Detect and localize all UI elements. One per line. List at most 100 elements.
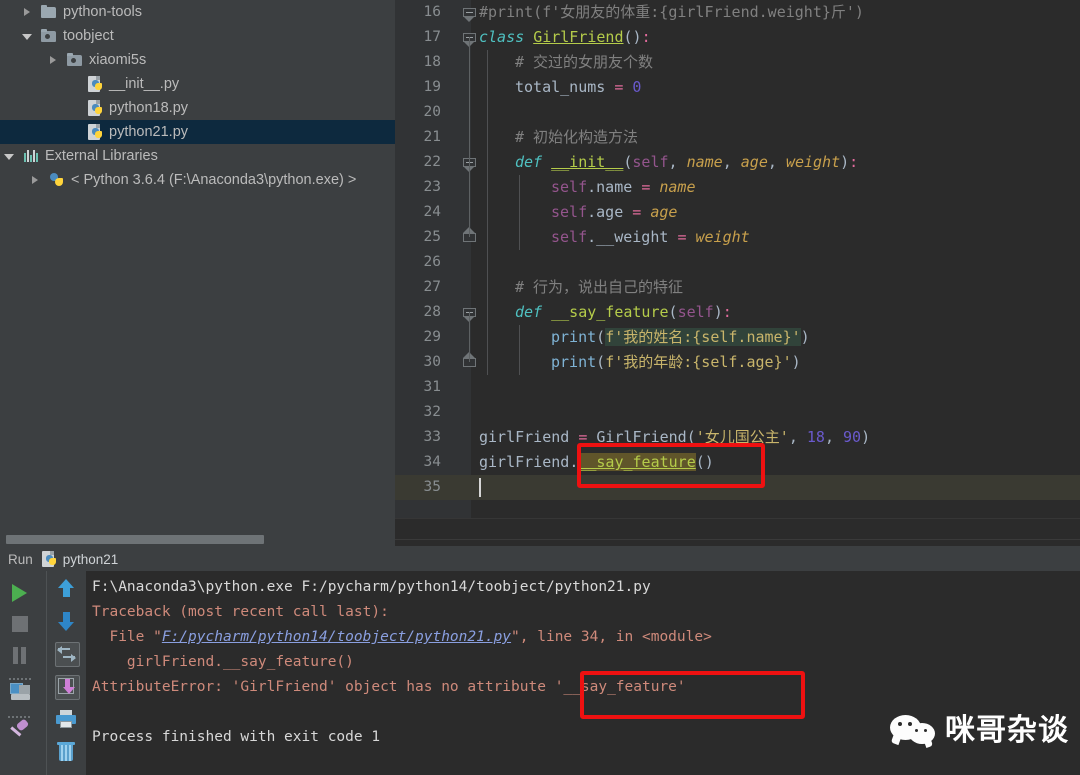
console-line-file: File "F:/pycharm/python14/toobject/pytho… bbox=[92, 625, 712, 650]
chevron-right-icon[interactable] bbox=[48, 55, 59, 66]
code-token-string: f'我的姓名:{self.name}' bbox=[605, 328, 801, 346]
code-token-self: self bbox=[632, 153, 669, 171]
editor-divider bbox=[395, 539, 1080, 540]
annotation-box-console bbox=[580, 671, 805, 719]
console-line-traceback: Traceback (most recent call last): bbox=[92, 600, 389, 625]
tree-item-python-tools[interactable]: python-tools bbox=[0, 0, 395, 24]
text-caret bbox=[479, 478, 481, 497]
project-tree-horizontal-scrollbar[interactable] bbox=[0, 533, 395, 546]
code-token-var: total_nums bbox=[515, 78, 606, 96]
code-token-param: name bbox=[659, 178, 696, 196]
code-line-29: print(f'我的姓名:{self.name}') bbox=[551, 325, 810, 350]
code-token-keyword: def bbox=[515, 303, 543, 321]
code-token-comment: # 初始化构造方法 bbox=[515, 128, 639, 146]
code-token-punct: ( bbox=[596, 353, 606, 371]
run-configuration-tab[interactable]: python21 bbox=[63, 552, 119, 567]
line-number: 24 bbox=[423, 204, 441, 220]
tree-item-xiaomi5s[interactable]: xiaomi5s bbox=[0, 48, 395, 72]
console-file-prefix: File " bbox=[92, 629, 162, 645]
project-tree-panel[interactable]: python-tools toobject xiaomi5s __init__.py p… bbox=[0, 0, 395, 533]
run-toolbar-left[interactable] bbox=[0, 571, 46, 775]
code-line-22: def __init__(self, name, age, weight): bbox=[515, 150, 858, 175]
code-token-punct: ) bbox=[840, 153, 850, 171]
python-file-icon bbox=[87, 124, 104, 140]
python-file-icon bbox=[87, 76, 104, 92]
editor-gutter[interactable]: 16 17 18 19 20 21 22 23 24 25 26 27 28 29 30 31 32 33 34 35 bbox=[395, 0, 476, 518]
tree-item-init-py[interactable]: __init__.py bbox=[0, 72, 395, 96]
code-token-class-name: GirlFriend bbox=[533, 28, 624, 46]
python-interpreter-icon bbox=[49, 172, 66, 188]
down-stacktrace-button[interactable] bbox=[54, 609, 80, 635]
code-token-function-name: __init__ bbox=[551, 153, 624, 171]
line-number: 25 bbox=[423, 229, 441, 245]
tree-item-label: xiaomi5s bbox=[89, 52, 147, 68]
chevron-down-icon[interactable] bbox=[4, 151, 15, 162]
pin-tab-button[interactable] bbox=[8, 716, 34, 745]
code-token-operator: = bbox=[677, 228, 687, 246]
code-token-number: 18 bbox=[806, 428, 825, 446]
code-token-punct: ) bbox=[800, 328, 810, 346]
soft-wrap-button[interactable] bbox=[54, 641, 80, 667]
chevron-right-icon[interactable] bbox=[22, 7, 33, 18]
code-token-attr: .age bbox=[587, 203, 624, 221]
scrollbar-thumb[interactable] bbox=[6, 535, 264, 544]
fold-connector bbox=[469, 312, 470, 362]
code-line-24: self.age = age bbox=[551, 200, 677, 225]
code-token-string: f'我的年龄:{self.age}' bbox=[605, 353, 792, 371]
fold-connector bbox=[469, 37, 470, 237]
line-number: 17 bbox=[423, 29, 441, 45]
wechat-watermark: 咪哥杂谈 bbox=[890, 705, 1069, 749]
code-token-colon: : bbox=[641, 28, 651, 46]
tree-item-label: python21.py bbox=[109, 124, 189, 140]
up-stacktrace-button[interactable] bbox=[54, 577, 80, 603]
console-button[interactable] bbox=[8, 678, 34, 705]
tree-item-python21-py[interactable]: python21.py bbox=[0, 120, 395, 144]
line-number: 28 bbox=[423, 304, 441, 320]
code-token-param: age bbox=[650, 203, 678, 221]
watermark-text: 咪哥杂谈 bbox=[945, 713, 1069, 748]
code-token-punct: ) bbox=[713, 303, 723, 321]
line-number: 33 bbox=[423, 429, 441, 445]
code-token-self: self bbox=[677, 303, 714, 321]
print-button[interactable] bbox=[54, 707, 80, 733]
console-file-link[interactable]: F:/pycharm/python14/toobject/python21.py bbox=[162, 629, 511, 645]
indent-guide bbox=[519, 175, 520, 250]
code-token-punct: , bbox=[668, 153, 687, 171]
line-number: 23 bbox=[423, 179, 441, 195]
code-line-19: total_nums = 0 bbox=[515, 75, 641, 100]
tree-item-python18-py[interactable]: python18.py bbox=[0, 96, 395, 120]
line-number: 27 bbox=[423, 279, 441, 295]
code-line-27: # 行为，说出自己的特征 bbox=[515, 275, 683, 300]
code-text-area[interactable]: #print(f'女朋友的体重:{girlFriend.weight}斤') cl… bbox=[471, 0, 1080, 518]
annotation-box-editor bbox=[577, 443, 765, 488]
clear-all-button[interactable] bbox=[54, 739, 80, 765]
code-editor[interactable]: 16 17 18 19 20 21 22 23 24 25 26 27 28 29 30 31 32 33 34 35… bbox=[395, 0, 1080, 518]
code-token-var: girlFriend bbox=[479, 453, 570, 471]
pause-button[interactable] bbox=[8, 643, 34, 669]
chevron-down-icon[interactable] bbox=[22, 31, 33, 42]
line-number: 21 bbox=[423, 129, 441, 145]
console-file-suffix: ", line 34, in <module> bbox=[511, 629, 712, 645]
code-line-30: print(f'我的年龄:{self.age}') bbox=[551, 350, 801, 375]
external-libraries-icon bbox=[23, 148, 40, 164]
console-error-text: AttributeError: 'GirlFriend' object has … bbox=[92, 679, 555, 695]
code-token-param: age bbox=[740, 153, 768, 171]
chevron-right-icon[interactable] bbox=[30, 175, 41, 186]
tree-item-external-libraries[interactable]: External Libraries bbox=[0, 144, 395, 168]
code-token-keyword: class bbox=[479, 28, 525, 46]
tree-item-toobject[interactable]: toobject bbox=[0, 24, 395, 48]
code-line-17: class GirlFriend(): bbox=[479, 25, 651, 50]
code-token-colon: : bbox=[849, 153, 859, 171]
code-token-self: self bbox=[551, 178, 588, 196]
run-button[interactable] bbox=[8, 579, 34, 605]
run-tool-window-header[interactable]: Run python21 bbox=[0, 547, 1080, 571]
stop-button[interactable] bbox=[8, 611, 34, 637]
code-token-number: 0 bbox=[632, 78, 642, 96]
source-folder-icon bbox=[41, 28, 58, 44]
tree-item-python-3-6-4-f-anaconda3-python-exe[interactable]: < Python 3.6.4 (F:\Anaconda3\python.exe)… bbox=[0, 168, 395, 192]
scroll-to-end-button[interactable] bbox=[54, 674, 80, 700]
code-token-param: name bbox=[686, 153, 723, 171]
code-line-28: def __say_feature(self): bbox=[515, 300, 732, 325]
run-toolbar-right[interactable] bbox=[46, 571, 86, 775]
code-token-punct: , bbox=[722, 153, 741, 171]
